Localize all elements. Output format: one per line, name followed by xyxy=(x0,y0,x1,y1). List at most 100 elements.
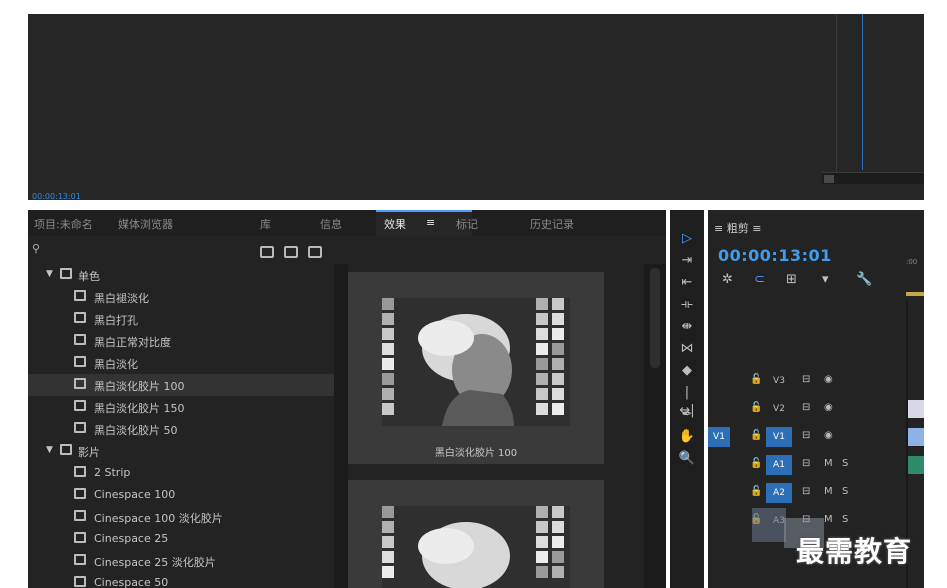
mute-button[interactable]: M xyxy=(824,486,833,497)
razor-tool-icon[interactable]: ⋈ xyxy=(678,340,696,358)
preset-preview-card-2[interactable] xyxy=(348,480,604,588)
track-target[interactable]: V2 xyxy=(766,399,792,419)
sync-lock-icon[interactable]: ⊟ xyxy=(802,430,810,441)
tab-markers[interactable]: 标记 xyxy=(456,216,478,232)
snap-icon[interactable]: ✲ xyxy=(722,272,733,287)
mute-button[interactable]: M xyxy=(824,458,833,469)
track-header-v1[interactable]: V1 🔓 V1 ⊟ ◉ xyxy=(708,426,924,448)
hand-tool-icon[interactable]: ✋ xyxy=(678,428,696,446)
tree-preset-item[interactable]: 黑白淡化 xyxy=(28,352,334,374)
sync-lock-icon[interactable]: ⊟ xyxy=(802,486,810,497)
track-header-v2[interactable]: 🔓 V2 ⊟ ◉ xyxy=(708,398,924,420)
slip-tool-icon[interactable]: ◆ xyxy=(678,362,696,380)
eye-icon[interactable]: ◉ xyxy=(824,430,833,441)
tab-libraries[interactable]: 库 xyxy=(260,216,271,232)
track-target[interactable]: A2 xyxy=(766,483,792,503)
lock-icon[interactable]: 🔓 xyxy=(750,402,762,413)
sync-lock-icon[interactable]: ⊟ xyxy=(802,374,810,385)
ripple-edit-tool-icon[interactable]: ⇤ xyxy=(678,274,696,292)
preview-scroll-thumb[interactable] xyxy=(650,268,660,368)
tree-preset-item[interactable]: 2 Strip xyxy=(28,462,334,484)
tree-preview-divider[interactable] xyxy=(334,264,348,588)
color-swatch xyxy=(552,403,564,415)
expand-arrow-icon[interactable]: ▼ xyxy=(46,445,53,455)
mute-button[interactable]: M xyxy=(824,514,833,525)
work-area-bar[interactable] xyxy=(906,292,924,296)
track-header-a1[interactable]: 🔓 A1 ⊟ M S xyxy=(708,454,924,476)
tree-item-label: 2 Strip xyxy=(94,466,131,479)
zoom-tool-icon[interactable]: 🔍 xyxy=(678,450,696,468)
tree-folder[interactable]: ▼ 单色 xyxy=(28,264,334,286)
search-icon[interactable]: ⚲ xyxy=(32,242,40,255)
eye-icon[interactable]: ◉ xyxy=(824,402,833,413)
solo-button[interactable]: S xyxy=(842,458,848,469)
tab-effects[interactable]: 效果 xyxy=(384,216,406,232)
watermark: 最需教育 xyxy=(796,535,913,568)
track-target[interactable]: V1 xyxy=(766,427,792,447)
sequence-tab[interactable]: ≡ 粗剪 ≡ xyxy=(714,220,761,236)
sync-lock-icon[interactable]: ⊟ xyxy=(802,402,810,413)
tree-folder[interactable]: ▼ 影片 xyxy=(28,440,334,462)
pen-tool-icon[interactable]: ✒ xyxy=(678,406,696,424)
monitor-scroll-thumb[interactable] xyxy=(824,175,834,183)
rate-stretch-tool-icon[interactable]: ⇼ xyxy=(678,318,696,336)
lock-icon[interactable]: 🔓 xyxy=(750,430,762,441)
sync-lock-icon[interactable]: ⊟ xyxy=(802,458,810,469)
track-target[interactable]: V3 xyxy=(766,371,792,391)
monitor-timecode[interactable]: 00:00:13:01 xyxy=(32,192,81,201)
track-header-a2[interactable]: 🔓 A2 ⊟ M S xyxy=(708,482,924,504)
tree-preset-item[interactable]: Cinespace 100 淡化胶片 xyxy=(28,506,334,528)
tree-preset-item[interactable]: Cinespace 25 xyxy=(28,528,334,550)
32bit-effects-icon[interactable] xyxy=(284,246,298,258)
wrench-icon[interactable]: 🔧 xyxy=(856,272,872,287)
track-target[interactable]: A1 xyxy=(766,455,792,475)
track-header-v3[interactable]: 🔓 V3 ⊟ ◉ xyxy=(708,370,924,392)
color-swatch xyxy=(536,358,548,370)
tab-effects-menu[interactable]: ≡ xyxy=(426,216,435,229)
timeline-clip[interactable] xyxy=(908,400,924,418)
tab-history[interactable]: 历史记录 xyxy=(530,216,574,232)
tab-project[interactable]: 项目:未命名 xyxy=(34,216,93,232)
selection-tool-icon[interactable]: ▷ xyxy=(678,230,696,248)
tree-preset-item[interactable]: 黑白淡化胶片 100 xyxy=(28,374,334,396)
tree-item-label: 黑白淡化胶片 100 xyxy=(94,380,185,393)
source-patch[interactable]: V1 xyxy=(708,427,730,447)
lock-icon[interactable]: 🔓 xyxy=(750,486,762,497)
color-swatch xyxy=(552,328,564,340)
slide-tool-icon[interactable]: |↔| xyxy=(678,384,696,418)
color-swatch xyxy=(552,566,564,578)
program-monitor[interactable]: 00:00:13:01 xyxy=(28,14,924,201)
timeline-clip[interactable] xyxy=(908,428,924,446)
tab-media-browser[interactable]: 媒体浏览器 xyxy=(118,216,173,232)
tree-preset-item[interactable]: 黑白淡化胶片 150 xyxy=(28,396,334,418)
preset-preview-card[interactable]: 黑白淡化胶片 100 xyxy=(348,272,604,464)
rolling-edit-tool-icon[interactable]: ⟛ xyxy=(678,296,696,314)
marker-icon[interactable]: ▾ xyxy=(822,272,829,287)
expand-arrow-icon[interactable]: ▼ xyxy=(46,269,53,279)
tree-preset-item[interactable]: Cinespace 50 xyxy=(28,572,334,588)
eye-icon[interactable]: ◉ xyxy=(824,374,833,385)
track-select-tool-icon[interactable]: ⇥ xyxy=(678,252,696,270)
preview-scrollbar[interactable] xyxy=(644,264,666,588)
tree-preset-item[interactable]: Cinespace 100 xyxy=(28,484,334,506)
lock-icon[interactable]: 🔓 xyxy=(750,374,762,385)
solo-button[interactable]: S xyxy=(842,514,848,525)
add-marker-icon[interactable]: ⊞ xyxy=(786,272,797,287)
tree-preset-item[interactable]: 黑白褪淡化 xyxy=(28,286,334,308)
accelerated-effects-icon[interactable] xyxy=(260,246,274,258)
effects-search-row[interactable] xyxy=(28,236,666,264)
timeline-timecode[interactable]: 00:00:13:01 xyxy=(718,246,832,265)
solo-button[interactable]: S xyxy=(842,486,848,497)
tree-preset-item[interactable]: 黑白打孔 xyxy=(28,308,334,330)
tree-preset-item[interactable]: 黑白淡化胶片 50 xyxy=(28,418,334,440)
monitor-scrollbar[interactable] xyxy=(822,172,924,184)
linked-selection-icon[interactable]: ⊂ xyxy=(754,272,765,287)
tree-preset-item[interactable]: 黑白正常对比度 xyxy=(28,330,334,352)
preset-icon xyxy=(74,356,86,367)
color-swatch xyxy=(536,343,548,355)
tree-preset-item[interactable]: Cinespace 25 淡化胶片 xyxy=(28,550,334,572)
lock-icon[interactable]: 🔓 xyxy=(750,458,762,469)
tab-info[interactable]: 信息 xyxy=(320,216,342,232)
yuv-effects-icon[interactable] xyxy=(308,246,322,258)
timeline-clip[interactable] xyxy=(908,456,924,474)
